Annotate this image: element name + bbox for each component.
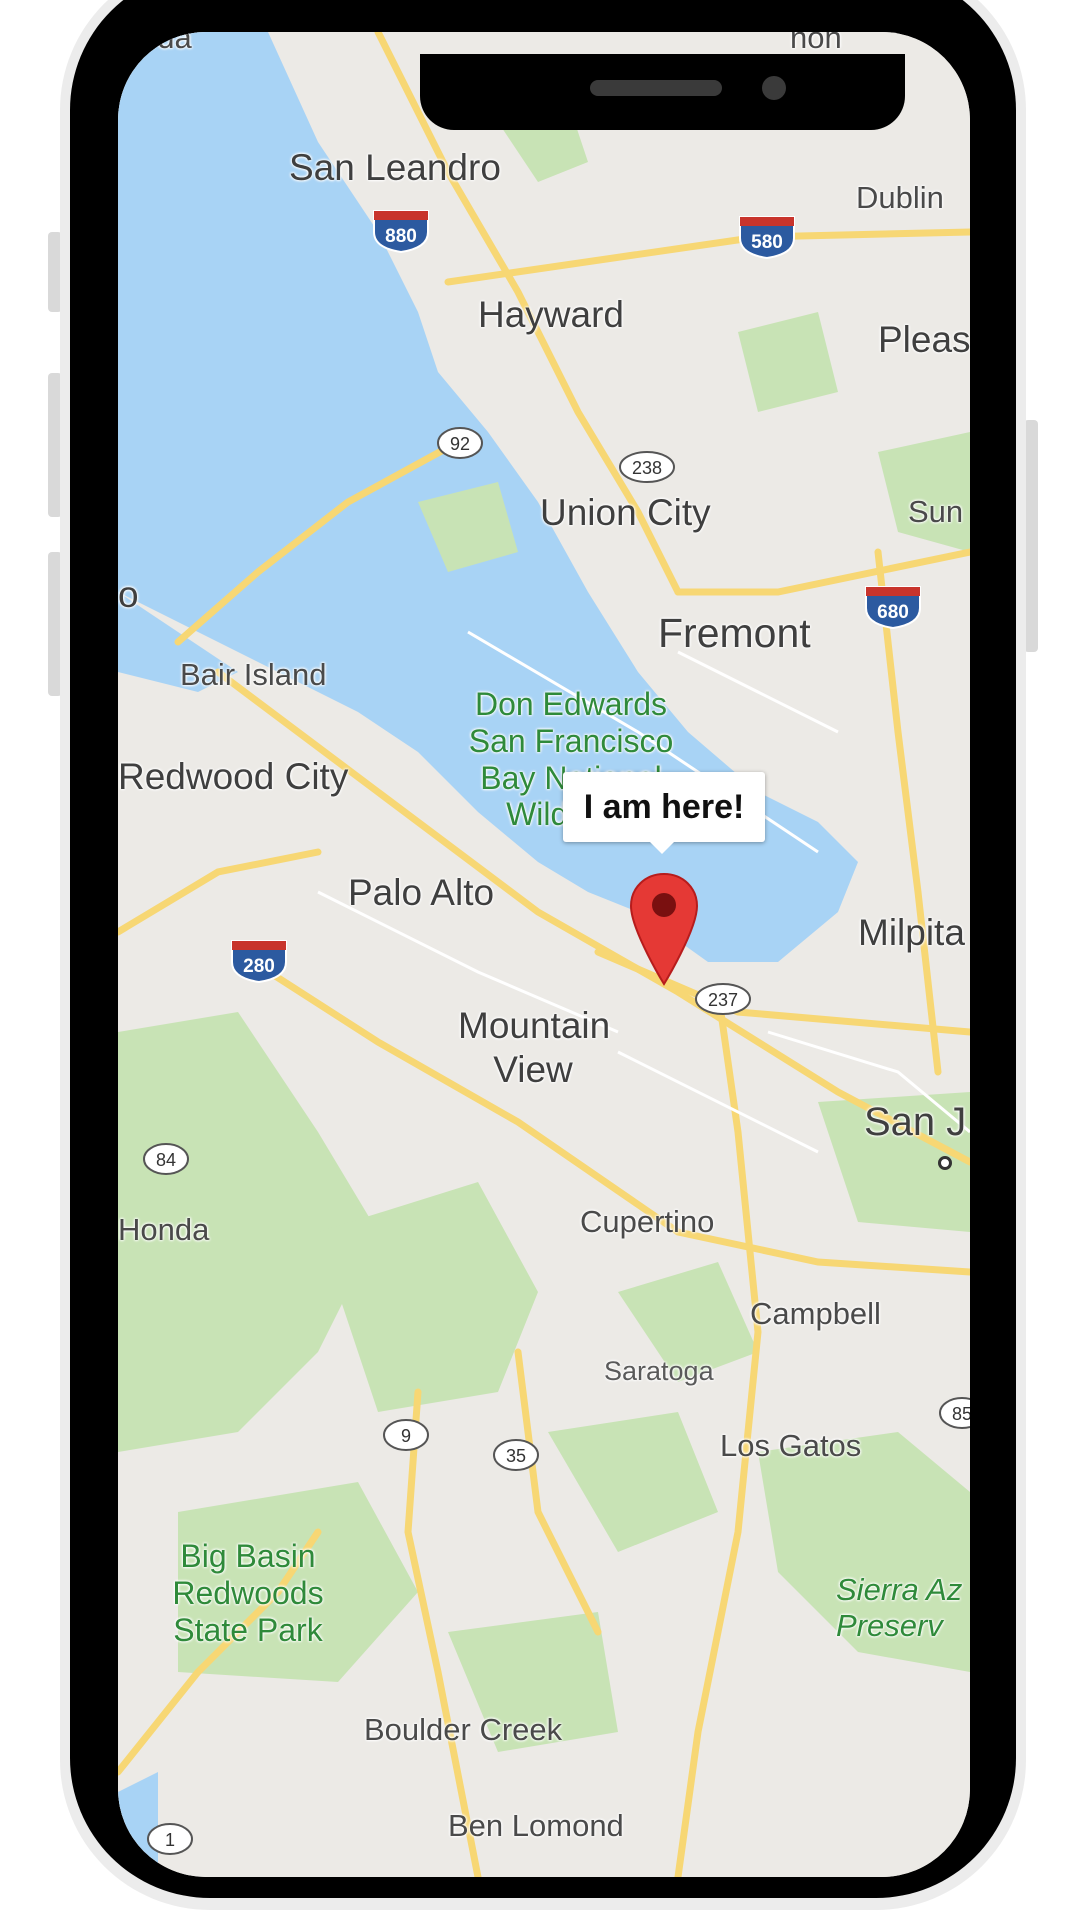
label-eda: eda	[140, 32, 192, 55]
route-84-number: 84	[156, 1150, 176, 1170]
label-sierra: Sierra Az Preserv	[836, 1572, 963, 1643]
label-fremont: Fremont	[658, 610, 811, 656]
label-hayward: Hayward	[478, 294, 624, 335]
interstate-280-number: 280	[243, 956, 275, 977]
label-honda: Honda	[118, 1212, 210, 1247]
label-sun: Sun	[908, 494, 964, 529]
route-9-shield: 9	[383, 1419, 429, 1451]
interstate-880-shield: 880	[373, 210, 429, 254]
label-redwood-city: Redwood City	[118, 756, 349, 797]
route-237-shield: 237	[695, 983, 751, 1015]
interstate-680-shield: 680	[865, 586, 921, 630]
route-84-shield: 84	[143, 1143, 189, 1175]
label-o: o	[118, 574, 139, 615]
route-35-number: 35	[506, 1446, 526, 1466]
route-9-number: 9	[401, 1426, 411, 1446]
interstate-580-number: 580	[751, 232, 783, 253]
phone-notch	[420, 54, 905, 130]
route-92-shield: 92	[437, 427, 483, 459]
label-los-gatos: Los Gatos	[720, 1428, 862, 1463]
route-1-shield: 1	[147, 1823, 193, 1855]
label-boulder-creek: Boulder Creek	[364, 1712, 563, 1747]
route-85-number: 85	[952, 1404, 970, 1424]
label-san-leandro: San Leandro	[289, 147, 501, 188]
label-union-city: Union City	[540, 492, 711, 533]
marker-callout-text: I am here!	[583, 787, 745, 826]
label-pleas: Pleas	[878, 319, 970, 360]
label-palo-alto: Palo Alto	[348, 872, 495, 913]
speaker-grille	[590, 80, 722, 96]
route-85-shield: 85	[939, 1397, 970, 1429]
map-view[interactable]: eda non San Leandro Dublin Hayward Pleas…	[118, 32, 970, 1877]
label-milpita: Milpita	[858, 912, 965, 953]
location-pin-icon[interactable]	[629, 872, 699, 986]
interstate-280-shield: 280	[231, 940, 287, 984]
label-dublin: Dublin	[856, 180, 944, 215]
interstate-680-number: 680	[877, 602, 909, 623]
interstate-880-number: 880	[385, 226, 417, 247]
route-35-shield: 35	[493, 1439, 539, 1471]
route-1-number: 1	[165, 1830, 175, 1850]
interstate-580-shield: 580	[739, 216, 795, 260]
route-238-shield: 238	[619, 451, 675, 483]
power-button	[1024, 420, 1038, 652]
route-92-number: 92	[450, 434, 470, 454]
city-dot	[938, 1156, 952, 1170]
route-238-number: 238	[632, 458, 662, 478]
label-cupertino: Cupertino	[580, 1204, 715, 1239]
label-bair-island: Bair Island	[180, 657, 327, 692]
route-237-number: 237	[708, 990, 738, 1010]
label-mountain-view: Mountain View	[458, 1005, 611, 1091]
label-big-basin: Big Basin Redwoods State Park	[172, 1538, 324, 1648]
label-non: non	[790, 32, 842, 55]
label-campbell: Campbell	[750, 1296, 881, 1331]
front-camera	[762, 76, 786, 100]
label-san-j: San J	[864, 1100, 967, 1144]
label-saratoga: Saratoga	[604, 1356, 714, 1386]
label-ben-lomond: Ben Lomond	[448, 1808, 624, 1843]
marker-info-window[interactable]: I am here!	[563, 772, 765, 854]
